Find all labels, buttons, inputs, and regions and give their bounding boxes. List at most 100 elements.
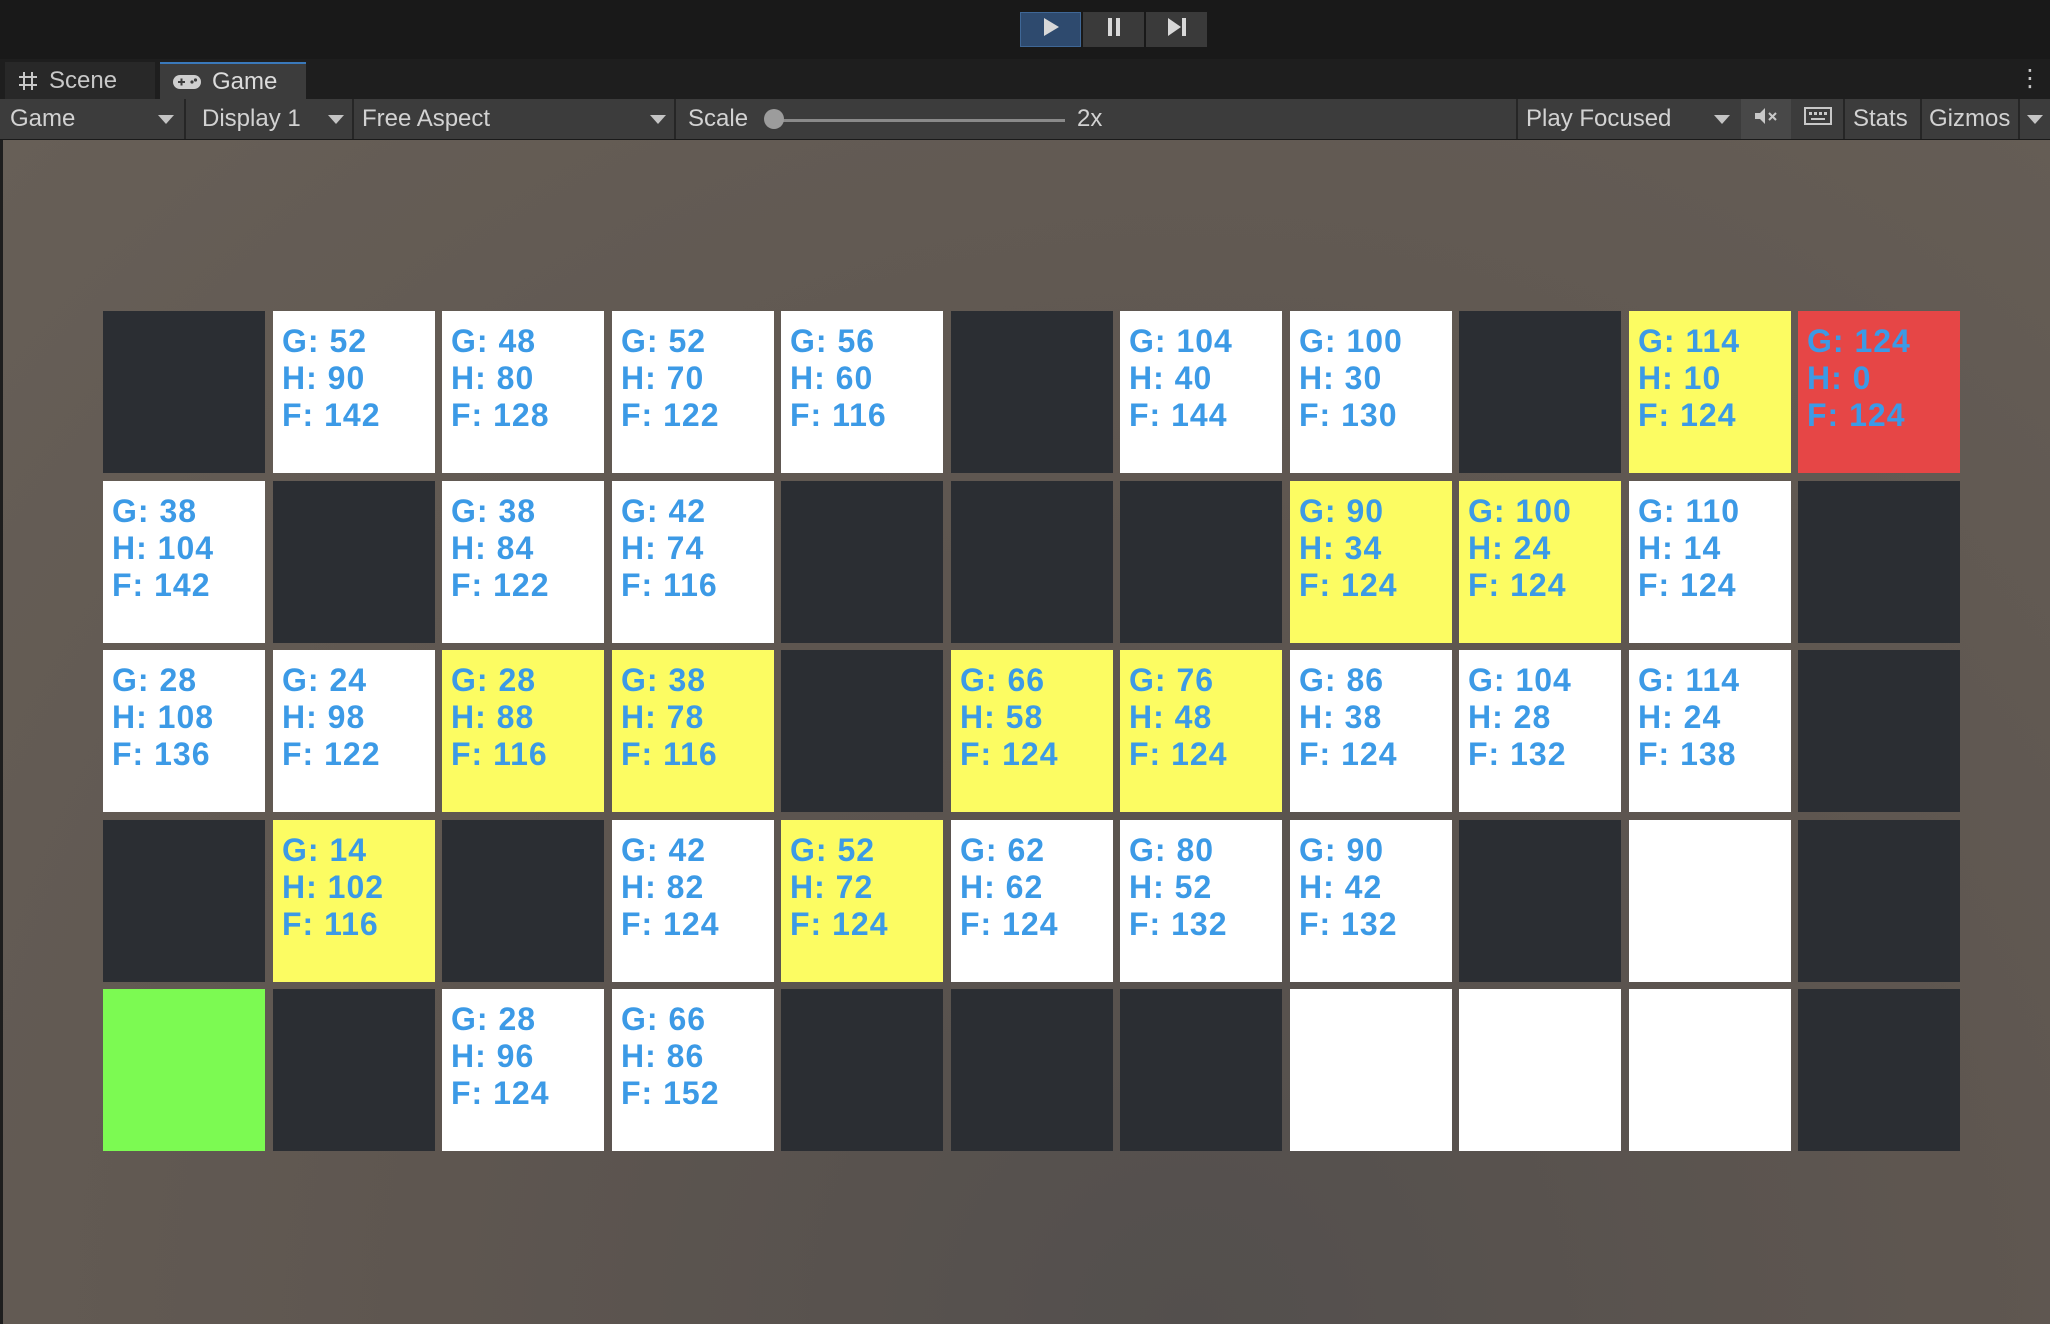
- cell-h-cost: H: 86: [621, 1038, 705, 1074]
- cell-f-cost: F: 136: [112, 736, 211, 772]
- grid-cell-wall: [1798, 820, 1960, 982]
- cell-f-cost: F: 128: [451, 397, 550, 433]
- cell-g-cost: G: 104: [1129, 323, 1233, 359]
- grid-cell-wall: [951, 989, 1113, 1151]
- grid-cell-open: G: 80 H: 52 F: 132: [1120, 820, 1282, 982]
- cell-h-cost: H: 34: [1299, 530, 1383, 566]
- cell-h-cost: H: 96: [451, 1038, 535, 1074]
- display-dropdown-label: Display 1: [202, 105, 301, 132]
- cell-g-cost: G: 110: [1638, 493, 1741, 529]
- cell-f-cost: F: 124: [790, 906, 889, 942]
- cell-f-cost: F: 130: [1299, 397, 1398, 433]
- play-mode-dropdown[interactable]: Play Focused: [1526, 99, 1671, 139]
- cell-g-cost: G: 42: [621, 493, 707, 529]
- grid-cell-open: G: 42 H: 74 F: 116: [612, 481, 774, 643]
- cell-cost-text: G: 38 H: 104 F: 142: [112, 493, 214, 604]
- step-button[interactable]: [1146, 12, 1207, 47]
- game-toolbar: Game Display 1 Free Aspect Scale 2x Play…: [0, 99, 2050, 140]
- grid-cell-open: G: 90 H: 42 F: 132: [1290, 820, 1452, 982]
- cell-h-cost: H: 58: [960, 699, 1044, 735]
- cell-f-cost: F: 152: [621, 1075, 720, 1111]
- cell-h-cost: H: 10: [1638, 360, 1722, 396]
- cell-cost-text: G: 56 H: 60 F: 116: [790, 323, 887, 434]
- cell-f-cost: F: 138: [1638, 736, 1737, 772]
- cell-h-cost: H: 40: [1129, 360, 1213, 396]
- pause-button[interactable]: [1083, 12, 1144, 47]
- cell-g-cost: G: 28: [112, 662, 198, 698]
- cell-g-cost: G: 76: [1129, 662, 1215, 698]
- cell-f-cost: F: 116: [282, 906, 379, 942]
- grid-cell-open: G: 104 H: 40 F: 144: [1120, 311, 1282, 473]
- game-view[interactable]: G: 52 H: 90 F: 142 G: 48 H: 80 F: 128 G: 52 H: …: [3, 140, 2050, 1324]
- display-dropdown[interactable]: Display 1: [202, 99, 301, 139]
- aspect-dropdown[interactable]: Free Aspect: [362, 99, 490, 139]
- tab-game[interactable]: Game: [160, 62, 306, 99]
- cell-cost-text: G: 104 H: 28 F: 132: [1468, 662, 1572, 773]
- cell-h-cost: H: 90: [282, 360, 366, 396]
- play-mode-chevron-icon: [1714, 115, 1730, 124]
- cell-g-cost: G: 66: [621, 1001, 707, 1037]
- cell-f-cost: F: 144: [1129, 397, 1228, 433]
- cell-f-cost: F: 124: [1299, 567, 1398, 603]
- cell-f-cost: F: 122: [621, 397, 720, 433]
- grid-cell-wall: [781, 650, 943, 812]
- grid-cell-open: [1459, 989, 1621, 1151]
- cell-h-cost: H: 24: [1468, 530, 1552, 566]
- cell-h-cost: H: 102: [282, 869, 385, 905]
- divider: [2018, 99, 2020, 139]
- scale-slider-track[interactable]: [770, 119, 1065, 122]
- grid-cell-wall: [1459, 820, 1621, 982]
- divider: [674, 99, 676, 139]
- cell-f-cost: F: 122: [451, 567, 550, 603]
- cell-h-cost: H: 48: [1129, 699, 1213, 735]
- divider: [352, 99, 354, 139]
- grid-cell-open: G: 62 H: 62 F: 124: [951, 820, 1113, 982]
- grid-cell-open: G: 114 H: 24 F: 138: [1629, 650, 1791, 812]
- cell-h-cost: H: 42: [1299, 869, 1383, 905]
- cell-h-cost: H: 70: [621, 360, 705, 396]
- stats-button[interactable]: Stats: [1853, 99, 1908, 139]
- grid-cell-open: G: 52 H: 70 F: 122: [612, 311, 774, 473]
- play-button[interactable]: [1020, 12, 1081, 47]
- cell-g-cost: G: 90: [1299, 832, 1385, 868]
- keyboard-shortcuts-button[interactable]: [1793, 99, 1843, 139]
- cell-cost-text: G: 124 H: 0 F: 124: [1807, 323, 1911, 434]
- cell-g-cost: G: 86: [1299, 662, 1385, 698]
- cell-cost-text: G: 48 H: 80 F: 128: [451, 323, 549, 434]
- grid-cell-start: [103, 989, 265, 1151]
- grid-cell-open: G: 28 H: 108 F: 136: [103, 650, 265, 812]
- cell-g-cost: G: 14: [282, 832, 368, 868]
- cell-f-cost: F: 124: [451, 1075, 550, 1111]
- aspect-dropdown-chevron-icon: [650, 115, 666, 124]
- more-options-icon[interactable]: ⋮: [2018, 67, 2042, 91]
- view-dropdown[interactable]: Game: [10, 99, 75, 139]
- gizmos-button[interactable]: Gizmos: [1929, 99, 2010, 139]
- cell-g-cost: G: 80: [1129, 832, 1215, 868]
- grid-cell-wall: [1120, 989, 1282, 1151]
- cell-cost-text: G: 42 H: 82 F: 124: [621, 832, 719, 943]
- cell-cost-text: G: 38 H: 78 F: 116: [621, 662, 718, 773]
- cell-cost-text: G: 42 H: 74 F: 116: [621, 493, 718, 604]
- tab-scene[interactable]: Scene: [5, 62, 155, 99]
- grid-cell-wall: [273, 989, 435, 1151]
- grid-cell-open: G: 100 H: 30 F: 130: [1290, 311, 1452, 473]
- scale-slider-handle[interactable]: [764, 109, 784, 129]
- mute-audio-button[interactable]: [1741, 99, 1791, 139]
- cell-cost-text: G: 28 H: 88 F: 116: [451, 662, 548, 773]
- cell-g-cost: G: 24: [282, 662, 368, 698]
- cell-cost-text: G: 100 H: 30 F: 130: [1299, 323, 1403, 434]
- cell-cost-text: G: 76 H: 48 F: 124: [1129, 662, 1227, 773]
- view-dropdown-chevron-icon: [158, 115, 174, 124]
- grid-cell-open: G: 52 H: 90 F: 142: [273, 311, 435, 473]
- cell-f-cost: F: 132: [1129, 906, 1228, 942]
- cell-cost-text: G: 52 H: 90 F: 142: [282, 323, 380, 434]
- aspect-dropdown-label: Free Aspect: [362, 105, 491, 132]
- cell-f-cost: F: 124: [1638, 567, 1737, 603]
- cell-g-cost: G: 56: [790, 323, 876, 359]
- grid-cell-open: G: 56 H: 60 F: 116: [781, 311, 943, 473]
- gizmos-chevron-icon[interactable]: [2027, 115, 2043, 124]
- grid-cell-open: G: 38 H: 84 F: 122: [442, 481, 604, 643]
- cell-cost-text: G: 86 H: 38 F: 124: [1299, 662, 1397, 773]
- cell-cost-text: G: 100 H: 24 F: 124: [1468, 493, 1572, 604]
- tab-bar: Scene Game ⋮: [0, 59, 2050, 99]
